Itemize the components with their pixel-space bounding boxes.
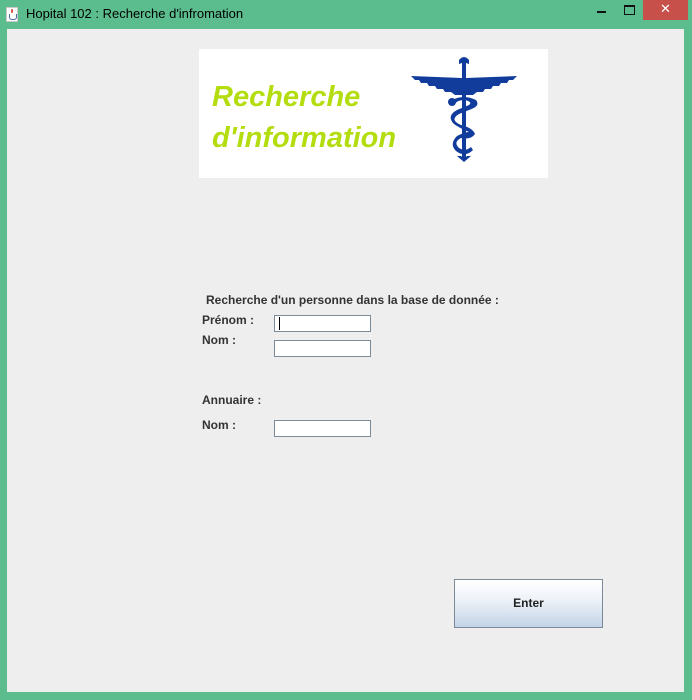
prenom-input[interactable] (274, 315, 371, 332)
nom-input[interactable] (274, 340, 371, 357)
banner-title-line1: Recherche (212, 81, 361, 113)
enter-button[interactable]: Enter (454, 579, 603, 628)
window-bottom-border[interactable] (0, 692, 692, 700)
maximize-icon (624, 5, 635, 15)
annuaire-section-heading: Annuaire : (202, 393, 262, 407)
close-icon: ✕ (660, 2, 671, 17)
text-caret (279, 317, 280, 330)
maximize-button[interactable] (616, 0, 642, 20)
banner-title-line2: d'information (212, 122, 397, 154)
caduceus-icon (411, 57, 517, 162)
window-title: Hopital 102 : Recherche d'infromation (26, 6, 244, 21)
minimize-icon (597, 11, 606, 13)
java-app-icon[interactable] (6, 7, 18, 22)
close-button[interactable]: ✕ (643, 0, 688, 20)
search-section-heading: Recherche d'un personne dans la base de … (206, 293, 499, 307)
app-window: Hopital 102 : Recherche d'infromation ✕ … (0, 0, 692, 700)
content-panel: Recherche d'information Recherche d'un p… (7, 29, 684, 692)
minimize-button[interactable] (588, 0, 614, 20)
header-banner: Recherche d'information (199, 49, 548, 178)
title-bar[interactable]: Hopital 102 : Recherche d'infromation ✕ (0, 0, 692, 29)
prenom-label: Prénom : (202, 313, 255, 327)
annuaire-nom-input[interactable] (274, 420, 371, 437)
nom-label: Nom : (202, 333, 236, 347)
annuaire-nom-label: Nom : (202, 418, 236, 432)
